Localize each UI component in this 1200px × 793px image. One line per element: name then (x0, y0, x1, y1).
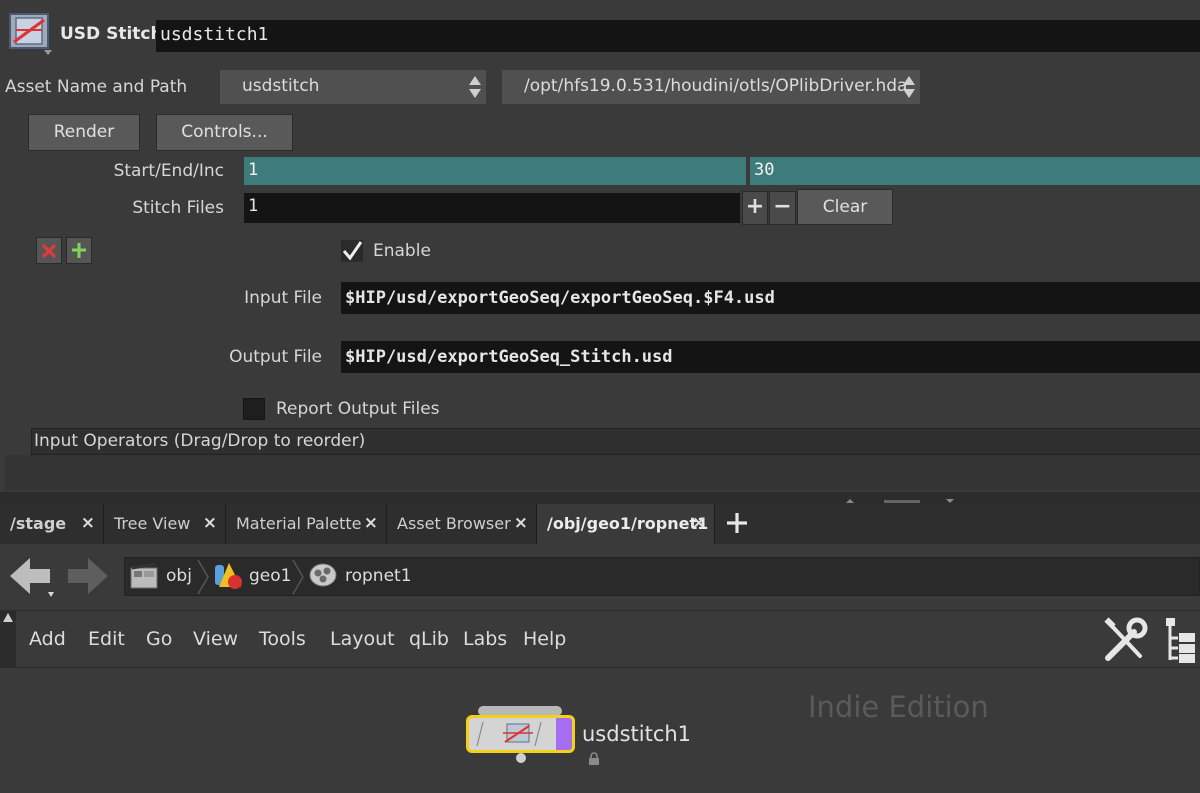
input-operators-list[interactable] (5, 455, 1200, 490)
input-operators-label: Input Operators (Drag/Drop to reorder) (34, 431, 366, 451)
close-icon (41, 243, 57, 259)
enable-checkbox[interactable] (341, 240, 363, 262)
stitch-files-count-field[interactable]: 1 (244, 193, 740, 223)
display-flag[interactable] (556, 718, 572, 750)
clear-button[interactable]: Clear (797, 189, 893, 225)
edition-watermark: Indie Edition (808, 690, 989, 724)
menu-labs[interactable]: Labs (463, 628, 507, 650)
render-button[interactable]: Render (28, 114, 140, 151)
checkmark-icon (341, 240, 363, 262)
remove-file-button[interactable]: − (769, 191, 796, 225)
asset-name-dropdown[interactable]: usdstitch (220, 70, 486, 104)
controls-button[interactable]: Controls... (156, 114, 293, 151)
close-icon[interactable]: × (514, 513, 528, 533)
lock-icon (587, 751, 601, 765)
plus-icon (727, 513, 747, 533)
breadcrumb-ropnet1[interactable]: ropnet1 (345, 566, 412, 586)
asset-name-path-label: Asset Name and Path (5, 77, 188, 97)
usdstitch-node[interactable] (466, 715, 575, 753)
tree-list-icon (1166, 618, 1195, 663)
report-output-files-label: Report Output Files (276, 399, 440, 419)
asset-path-dropdown[interactable]: /opt/hfs19.0.531/houdini/otls/OPlibDrive… (502, 70, 920, 104)
asset-path-value: /opt/hfs19.0.531/houdini/otls/OPlibDrive… (524, 76, 908, 96)
tab-label: Asset Browser (397, 514, 511, 533)
menu-tools[interactable]: Tools (259, 628, 306, 650)
report-output-files-checkbox[interactable] (243, 398, 265, 420)
menu-edit[interactable]: Edit (88, 628, 125, 650)
close-icon[interactable]: × (364, 513, 378, 533)
node-name-field[interactable]: usdstitch1 (156, 20, 1200, 52)
stitch-files-label: Stitch Files (132, 198, 224, 218)
add-tab-button[interactable] (724, 510, 750, 536)
wrench-screwdriver-icon (1104, 617, 1148, 661)
spinner-arrows-icon (903, 76, 915, 98)
tab-asset-browser[interactable]: Asset Browser × (387, 504, 537, 544)
breadcrumb-geo1[interactable]: geo1 (249, 566, 291, 586)
add-file-button[interactable]: + (742, 191, 768, 225)
menu-view[interactable]: View (193, 628, 238, 650)
menu-help[interactable]: Help (523, 628, 566, 650)
back-button[interactable] (8, 556, 56, 602)
spinner-arrows-icon (469, 76, 481, 98)
usd-stitch-node-icon[interactable] (8, 12, 52, 56)
forward-button[interactable] (64, 556, 110, 598)
close-icon[interactable]: × (203, 513, 217, 533)
close-icon[interactable]: × (692, 513, 706, 533)
menu-go[interactable]: Go (146, 628, 172, 650)
node-output-connector[interactable] (516, 753, 526, 763)
tab-label: Tree View (114, 514, 191, 533)
ropnet-node-icon (308, 562, 340, 590)
tab-stage[interactable]: /stage × (0, 504, 104, 544)
parameter-pane: USD Stitch usdstitch1 Asset Name and Pat… (0, 0, 1200, 492)
menu-collapse-strip[interactable] (0, 610, 16, 668)
arrow-right-icon (68, 558, 108, 594)
breadcrumb-separator-icon (197, 559, 209, 595)
start-frame-field[interactable]: 1 (244, 157, 746, 185)
remove-instance-button[interactable] (36, 237, 62, 264)
tree-list-button[interactable] (1164, 616, 1198, 664)
network-menu-bar (0, 610, 1200, 668)
enable-label: Enable (373, 241, 431, 261)
arrow-left-icon (10, 558, 54, 597)
close-icon[interactable]: × (81, 513, 95, 533)
triangle-up-icon (3, 613, 13, 622)
usd-stitch-node-icon (476, 721, 542, 747)
obj-context-icon (130, 562, 160, 590)
add-icon (72, 243, 86, 258)
tab-tree-view[interactable]: Tree View × (104, 504, 226, 544)
node-type-label: USD Stitch (60, 24, 163, 44)
breadcrumb-separator-icon (292, 559, 304, 595)
asset-name-value: usdstitch (242, 76, 320, 96)
breadcrumb-obj[interactable]: obj (166, 566, 192, 586)
menu-layout[interactable]: Layout (330, 628, 395, 650)
input-operators-toggle[interactable] (5, 428, 32, 455)
output-file-label: Output File (229, 347, 322, 367)
end-frame-field[interactable]: 30 (750, 157, 1200, 185)
node-name-label: usdstitch1 (582, 722, 692, 746)
start-end-inc-label: Start/End/Inc (113, 161, 224, 181)
insert-instance-button[interactable] (66, 237, 92, 264)
geo-node-icon (213, 561, 245, 591)
tab-label: /obj/geo1/ropnet1 (547, 514, 709, 533)
tab-label: Material Palette (236, 514, 362, 533)
tab-label: /stage (10, 514, 67, 533)
tab-ropnet1[interactable]: /obj/geo1/ropnet1 × (537, 504, 715, 544)
tab-material-palette[interactable]: Material Palette × (226, 504, 387, 544)
input-file-label: Input File (244, 288, 322, 308)
menu-add[interactable]: Add (29, 628, 66, 650)
pane-splitter[interactable] (0, 492, 1200, 504)
input-file-field[interactable]: $HIP/usd/exportGeoSeq/exportGeoSeq.$F4.u… (341, 282, 1200, 314)
menu-qlib[interactable]: qLib (409, 628, 449, 650)
tools-button[interactable] (1100, 616, 1150, 666)
output-file-field[interactable]: $HIP/usd/exportGeoSeq_Stitch.usd (341, 341, 1200, 373)
